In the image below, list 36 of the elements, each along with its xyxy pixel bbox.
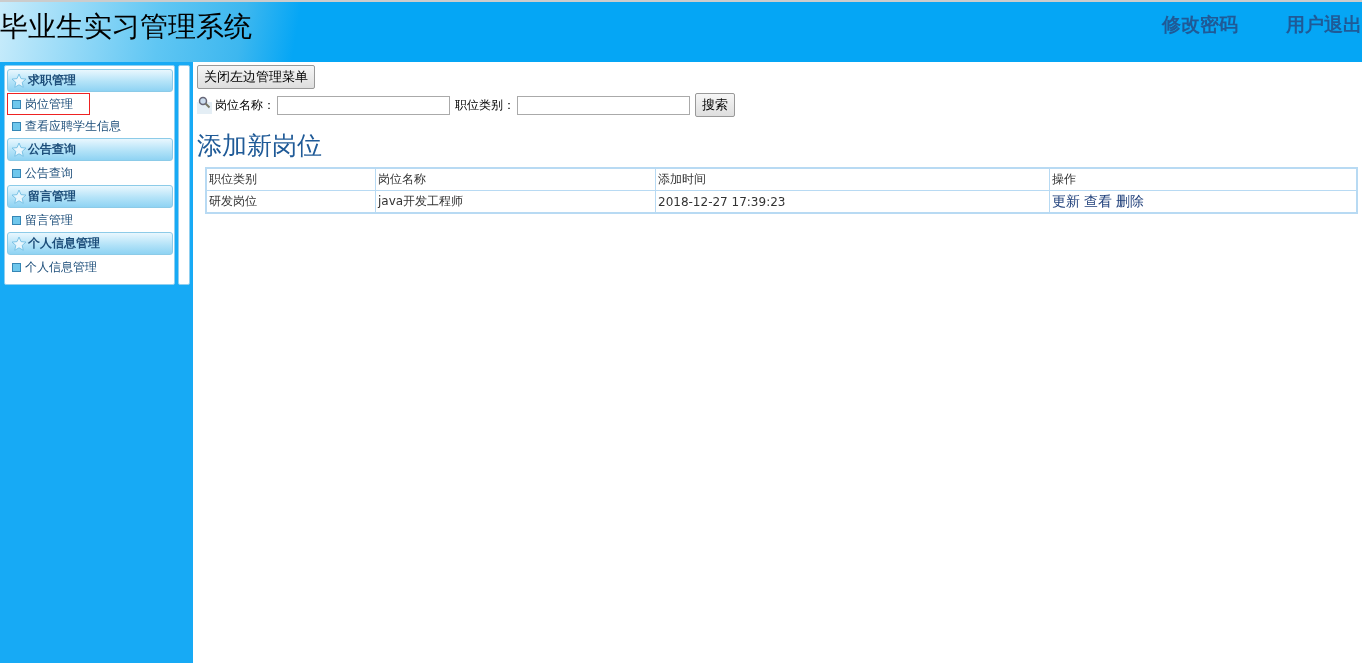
star-icon — [11, 73, 27, 88]
search-field[interactable] — [277, 95, 450, 115]
column-header: 职位类别 — [206, 168, 376, 191]
menu-group-header[interactable]: 个人信息管理 — [7, 232, 173, 255]
square-bullet-icon — [12, 99, 21, 109]
star-icon — [11, 236, 27, 251]
search-field[interactable] — [517, 95, 690, 115]
square-bullet-icon — [12, 121, 21, 131]
scrollbar[interactable] — [178, 65, 190, 285]
square-bullet-icon — [12, 262, 21, 272]
page-heading: 添加新岗位 — [197, 130, 323, 162]
app-title: 毕业生实习管理系统 — [0, 9, 253, 45]
menu-item[interactable]: 查看应聘学生信息 — [7, 115, 122, 137]
action-link[interactable]: 查看 — [1084, 192, 1112, 209]
menu-item[interactable]: 个人信息管理 — [7, 256, 98, 278]
field-label: 岗位名称： — [215, 96, 275, 114]
menu-item[interactable]: 留言管理 — [7, 209, 74, 231]
menu-group-header[interactable]: 公告查询 — [7, 138, 173, 161]
close-menu-button[interactable]: 关闭左边管理菜单 — [197, 65, 315, 89]
square-bullet-icon — [12, 215, 21, 225]
action-link[interactable]: 删除 — [1116, 192, 1144, 209]
menu-item[interactable]: 岗位管理 — [7, 93, 90, 115]
table-cell: 研发岗位 — [206, 190, 376, 213]
action-link[interactable]: 更新 — [1052, 192, 1080, 209]
field-label: 职位类别： — [455, 96, 515, 114]
square-bullet-icon — [12, 168, 21, 178]
menu-item[interactable]: 公告查询 — [7, 162, 74, 184]
column-header: 岗位名称 — [375, 168, 656, 191]
table-cell: java开发工程师 — [375, 190, 656, 213]
star-icon — [11, 189, 27, 204]
search-button[interactable]: 搜索 — [695, 93, 735, 117]
column-header: 添加时间 — [655, 168, 1050, 191]
menu-group-header[interactable]: 留言管理 — [7, 185, 173, 208]
magnifier-icon — [197, 96, 213, 114]
menu-group-header[interactable]: 求职管理 — [7, 69, 173, 92]
star-icon — [11, 142, 27, 157]
